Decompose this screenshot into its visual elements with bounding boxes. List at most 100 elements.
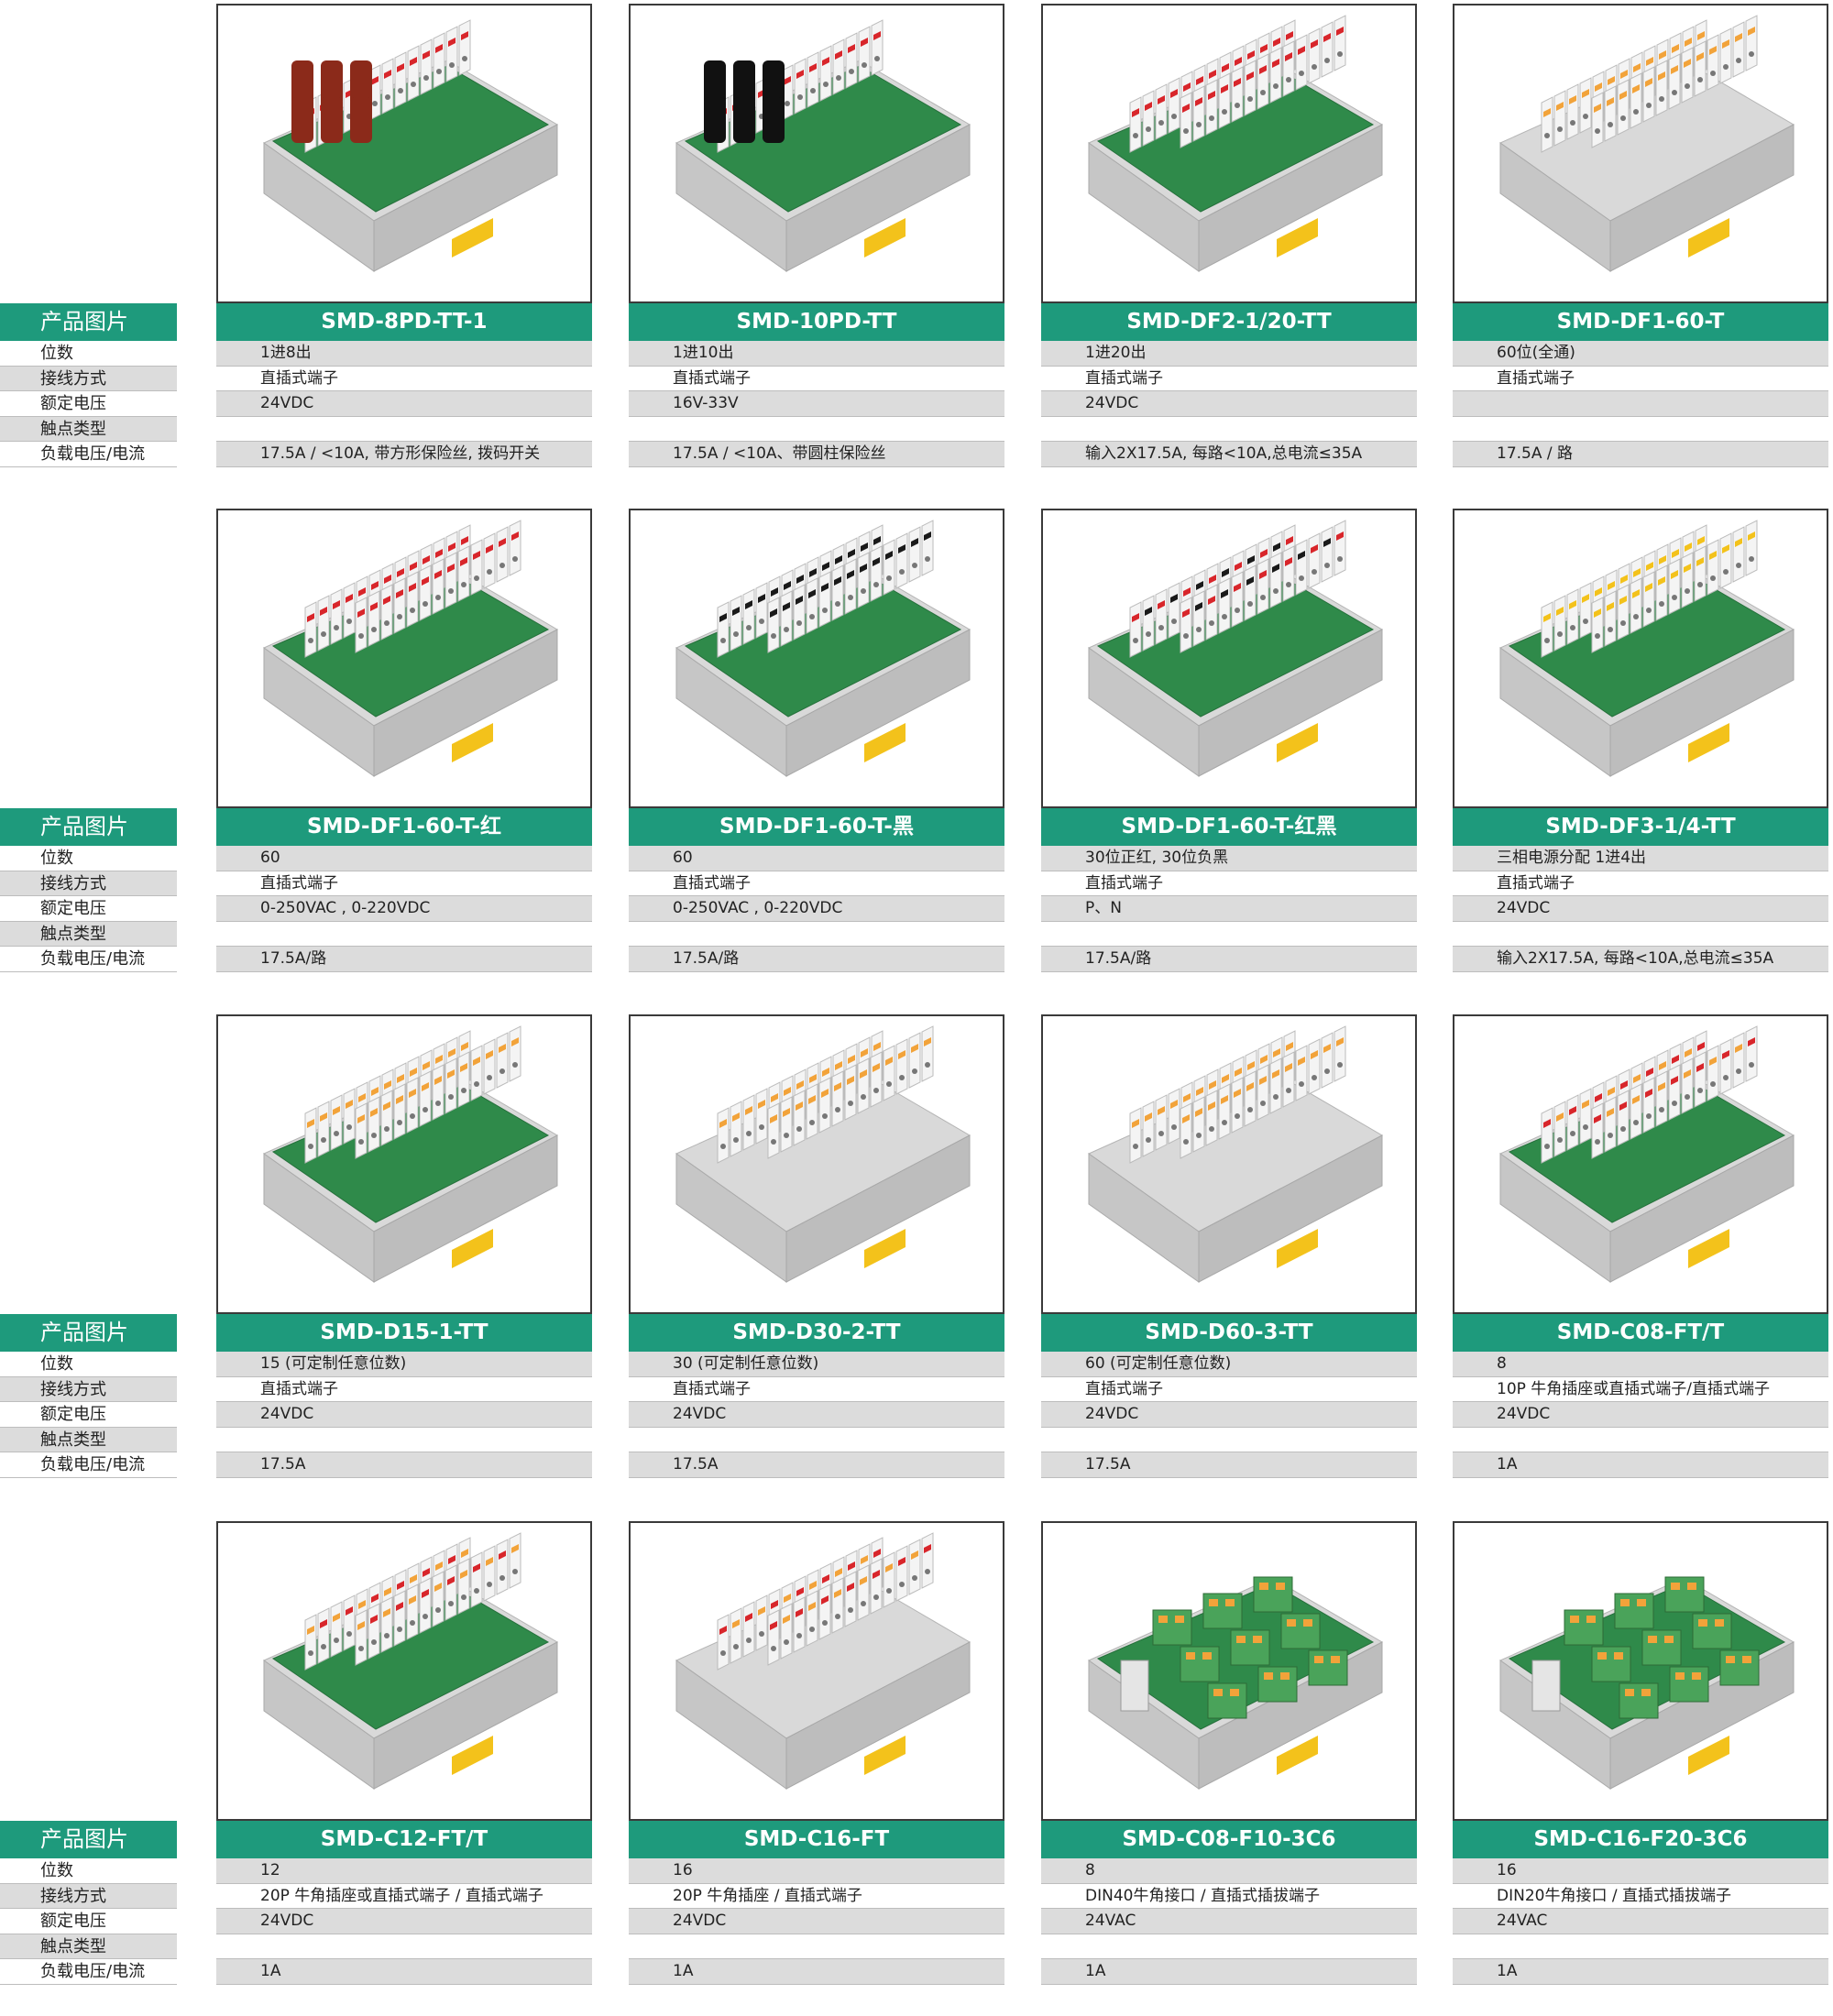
spec-label: 触点类型 bbox=[0, 921, 177, 947]
spec-value: 17.5A / 路 bbox=[1453, 442, 1828, 467]
spec-list: 30位正红, 30位负黑 直插式端子 P、N 17.5A/路 bbox=[1041, 846, 1417, 972]
product-card: SMD-C08-F10-3C6 8 DIN40牛角接口 / 直插式插拔端子 24VAC… bbox=[1041, 1521, 1417, 1985]
spec-value: 直插式端子 bbox=[1041, 1376, 1417, 1402]
product-illustration bbox=[675, 520, 971, 777]
model-name: SMD-DF1-60-T-红 bbox=[216, 808, 592, 846]
product-card: SMD-D30-2-TT 30 (可定制任意位数) 直插式端子 24VDC 17.5A bbox=[629, 1014, 1004, 1478]
spec-value: 16 bbox=[1453, 1858, 1828, 1884]
spec-labels: 产品图片 位数 接线方式 额定电压 触点类型 负载电压/电流 bbox=[0, 1821, 177, 1985]
spec-value: 17.5A/路 bbox=[629, 947, 1004, 972]
spec-value: 12 bbox=[216, 1858, 592, 1884]
product-photo bbox=[216, 509, 592, 808]
spec-value: 60 bbox=[629, 846, 1004, 871]
spec-labels: 产品图片 位数 接线方式 额定电压 触点类型 负载电压/电流 bbox=[0, 303, 177, 467]
product-photo bbox=[1041, 1521, 1417, 1821]
product-photo bbox=[1453, 4, 1828, 303]
spec-value: 60 (可定制任意位数) bbox=[1041, 1352, 1417, 1377]
spec-value: 输入2X17.5A, 每路<10A,总电流≤35A bbox=[1453, 947, 1828, 972]
spec-value: 三相电源分配 1进4出 bbox=[1453, 846, 1828, 871]
spec-value: 20P 牛角插座 / 直插式端子 bbox=[629, 1883, 1004, 1909]
spec-label: 额定电压 bbox=[0, 391, 177, 417]
product-photo bbox=[1041, 509, 1417, 808]
model-name: SMD-C12-FT/T bbox=[216, 1821, 592, 1858]
spec-value: 1A bbox=[1453, 1452, 1828, 1478]
model-name: SMD-C16-FT bbox=[629, 1821, 1004, 1858]
product-illustration bbox=[675, 1532, 971, 1790]
spec-value: 16V-33V bbox=[629, 391, 1004, 417]
spec-value bbox=[629, 1427, 1004, 1452]
spec-value: DIN40牛角接口 / 直插式插拔端子 bbox=[1041, 1883, 1417, 1909]
spec-label: 位数 bbox=[0, 846, 177, 871]
label-product-image: 产品图片 bbox=[0, 808, 177, 846]
spec-value: 24VDC bbox=[216, 1909, 592, 1934]
product-photo bbox=[1453, 509, 1828, 808]
model-name: SMD-10PD-TT bbox=[629, 303, 1004, 341]
product-card: SMD-DF1-60-T-黑 60 直插式端子 0-250VAC , 0-220VDC… bbox=[629, 509, 1004, 972]
spec-list: 60 直插式端子 0-250VAC , 0-220VDC 17.5A/路 bbox=[629, 846, 1004, 972]
spec-value: 直插式端子 bbox=[1041, 871, 1417, 896]
spec-value: 直插式端子 bbox=[1453, 366, 1828, 391]
spec-label: 接线方式 bbox=[0, 366, 177, 391]
product-card: SMD-C08-FT/T 8 10P 牛角插座或直插式端子/直插式端子 24VDC 1A bbox=[1453, 1014, 1828, 1478]
spec-value bbox=[1041, 921, 1417, 947]
product-photo bbox=[629, 1521, 1004, 1821]
spec-value bbox=[1041, 1427, 1417, 1452]
spec-list: 12 20P 牛角插座或直插式端子 / 直插式端子 24VDC 1A bbox=[216, 1858, 592, 1985]
spec-value bbox=[216, 1427, 592, 1452]
spec-value bbox=[629, 921, 1004, 947]
spec-value bbox=[1453, 921, 1828, 947]
product-card: SMD-C16-F20-3C6 16 DIN20牛角接口 / 直插式插拔端子 24VA… bbox=[1453, 1521, 1828, 1985]
spec-list: 8 10P 牛角插座或直插式端子/直插式端子 24VDC 1A bbox=[1453, 1352, 1828, 1478]
product-photo bbox=[216, 1521, 592, 1821]
spec-value: 10P 牛角插座或直插式端子/直插式端子 bbox=[1453, 1376, 1828, 1402]
spec-value: 16 bbox=[629, 1858, 1004, 1884]
spec-value: 0-250VAC , 0-220VDC bbox=[216, 896, 592, 922]
product-card: SMD-D60-3-TT 60 (可定制任意位数) 直插式端子 24VDC 17.5A bbox=[1041, 1014, 1417, 1478]
spec-list: 30 (可定制任意位数) 直插式端子 24VDC 17.5A bbox=[629, 1352, 1004, 1478]
product-card: SMD-8PD-TT-1 1进8出 直插式端子 24VDC 17.5A / <10A, … bbox=[216, 4, 592, 467]
product-photo bbox=[216, 4, 592, 303]
spec-value bbox=[629, 1934, 1004, 1959]
spec-labels: 产品图片 位数 接线方式 额定电压 触点类型 负载电压/电流 bbox=[0, 808, 177, 972]
spec-label: 触点类型 bbox=[0, 1934, 177, 1959]
spec-value: 直插式端子 bbox=[629, 366, 1004, 391]
spec-value bbox=[1453, 1427, 1828, 1452]
spec-value: 24VDC bbox=[629, 1402, 1004, 1428]
spec-value: 8 bbox=[1041, 1858, 1417, 1884]
spec-value: 24VDC bbox=[1041, 1402, 1417, 1428]
spec-value: 24VDC bbox=[629, 1909, 1004, 1934]
product-illustration bbox=[675, 19, 971, 272]
product-illustration bbox=[1087, 520, 1384, 777]
spec-value: 1A bbox=[629, 1959, 1004, 1985]
product-illustration bbox=[262, 1025, 559, 1283]
spec-value: 直插式端子 bbox=[216, 1376, 592, 1402]
spec-value: 1A bbox=[1453, 1959, 1828, 1985]
model-name: SMD-C08-F10-3C6 bbox=[1041, 1821, 1417, 1858]
product-card: SMD-DF1-60-T-红黑 30位正红, 30位负黑 直插式端子 P、N 17.5A… bbox=[1041, 509, 1417, 972]
spec-value: 1A bbox=[216, 1959, 592, 1985]
spec-label: 位数 bbox=[0, 1858, 177, 1884]
spec-value bbox=[1453, 1934, 1828, 1959]
spec-list: 8 DIN40牛角接口 / 直插式插拔端子 24VAC 1A bbox=[1041, 1858, 1417, 1985]
spec-value: 8 bbox=[1453, 1352, 1828, 1377]
product-illustration bbox=[1498, 520, 1795, 777]
spec-label: 额定电压 bbox=[0, 1909, 177, 1934]
spec-value bbox=[1453, 391, 1828, 417]
model-name: SMD-D60-3-TT bbox=[1041, 1314, 1417, 1352]
product-photo bbox=[1453, 1521, 1828, 1821]
spec-value: 输入2X17.5A, 每路<10A,总电流≤35A bbox=[1041, 442, 1417, 467]
product-group: 产品图片 位数 接线方式 额定电压 触点类型 负载电压/电流 SMD-8PD-TT-1 1进8… bbox=[0, 4, 1833, 499]
model-name: SMD-8PD-TT-1 bbox=[216, 303, 592, 341]
product-card: SMD-DF1-60-T-红 60 直插式端子 0-250VAC , 0-220VDC… bbox=[216, 509, 592, 972]
spec-value: DIN20牛角接口 / 直插式插拔端子 bbox=[1453, 1883, 1828, 1909]
spec-value: 24VDC bbox=[216, 1402, 592, 1428]
label-product-image: 产品图片 bbox=[0, 303, 177, 341]
spec-value: 直插式端子 bbox=[629, 871, 1004, 896]
spec-value bbox=[1041, 416, 1417, 442]
spec-list: 15 (可定制任意位数) 直插式端子 24VDC 17.5A bbox=[216, 1352, 592, 1478]
product-illustration bbox=[1087, 15, 1384, 272]
product-group: 产品图片 位数 接线方式 额定电压 触点类型 负载电压/电流 SMD-DF1-60-T-红 6… bbox=[0, 509, 1833, 1003]
spec-label: 位数 bbox=[0, 341, 177, 367]
model-name: SMD-C08-FT/T bbox=[1453, 1314, 1828, 1352]
spec-value: 17.5A bbox=[629, 1452, 1004, 1478]
